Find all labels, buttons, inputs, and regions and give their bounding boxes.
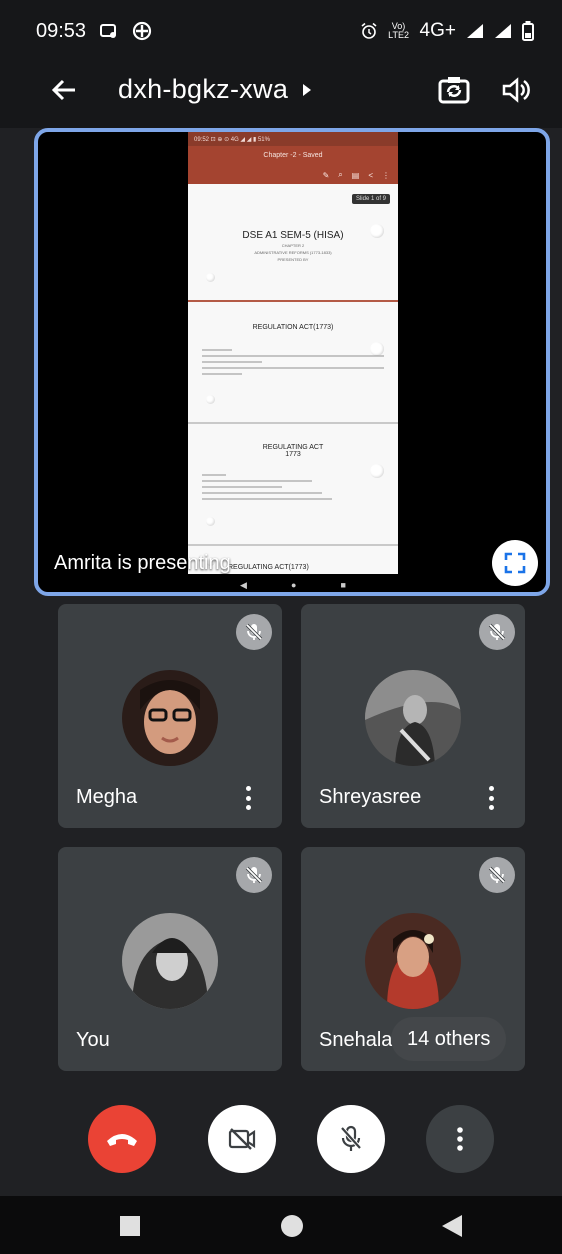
meeting-code-button[interactable]: dxh-bgkz-xwa bbox=[118, 74, 312, 105]
slide-text-line bbox=[202, 373, 242, 375]
arrow-back-icon bbox=[51, 79, 75, 101]
slide-text-line bbox=[202, 367, 384, 369]
switch-camera-icon bbox=[438, 77, 470, 104]
pen-icon: ✎ bbox=[322, 170, 330, 180]
slide-text-line bbox=[202, 498, 332, 500]
more-vert-icon: ⋮ bbox=[382, 170, 390, 180]
back-button[interactable] bbox=[46, 72, 82, 108]
participant-name: Shreyasree bbox=[319, 786, 422, 808]
nav-back-icon: ◀ bbox=[240, 579, 247, 590]
recents-button[interactable] bbox=[116, 1212, 144, 1240]
header-spacer bbox=[0, 120, 562, 128]
slide-thumbnail: REGULATING ACT 1773 bbox=[188, 424, 398, 546]
participant-menu-button[interactable] bbox=[238, 782, 258, 814]
switch-camera-button[interactable] bbox=[434, 70, 474, 110]
network-type: 4G+ bbox=[419, 20, 456, 41]
mic-toggle-button[interactable] bbox=[317, 1105, 385, 1173]
more-vert-icon bbox=[457, 1127, 463, 1151]
avatar bbox=[365, 913, 461, 1009]
shared-doc-toolbar: ✎ ⌕ ▤ < ⋮ bbox=[188, 166, 398, 184]
slide-text-line bbox=[202, 361, 262, 363]
fullscreen-button[interactable] bbox=[492, 540, 538, 586]
cast-icon bbox=[100, 23, 118, 39]
participant-tile-snehalata[interactable]: Snehalata 14 others bbox=[301, 847, 525, 1071]
participant-menu-button[interactable] bbox=[481, 782, 501, 814]
participant-name: Megha bbox=[76, 786, 138, 808]
status-time: 09:53 bbox=[36, 19, 87, 42]
slide-text-line bbox=[202, 492, 322, 494]
notes-icon: ▤ bbox=[351, 170, 360, 180]
avatar bbox=[122, 913, 218, 1009]
slide-thumbnail: Slide 1 of 9 DSE A1 SEM-5 (HISA) CHAPTER… bbox=[188, 184, 398, 302]
slide-text-line bbox=[202, 355, 384, 357]
meeting-header: dxh-bgkz-xwa bbox=[0, 62, 562, 120]
signal-icon bbox=[466, 23, 484, 39]
mic-off-icon bbox=[479, 857, 515, 893]
participant-name: You bbox=[76, 1029, 110, 1051]
gamepad-icon bbox=[132, 21, 152, 41]
caret-right-icon bbox=[303, 83, 312, 96]
speaker-icon bbox=[502, 77, 530, 103]
slide-text-line bbox=[202, 349, 232, 351]
slide-text-line bbox=[202, 474, 226, 476]
mic-off-icon bbox=[340, 1125, 362, 1151]
home-button[interactable] bbox=[278, 1212, 306, 1240]
back-nav-button[interactable] bbox=[438, 1212, 466, 1240]
participant-tile-megha[interactable]: Megha bbox=[58, 604, 282, 828]
avatar bbox=[122, 670, 218, 766]
nav-recents-icon: ■ bbox=[340, 580, 346, 590]
others-button[interactable]: 14 others bbox=[391, 1017, 507, 1061]
slide-text-line bbox=[202, 480, 312, 482]
volte-icon: Vo) LTE2 bbox=[388, 21, 409, 40]
slide-title: REGULATION ACT(1773) bbox=[252, 324, 334, 331]
presenter-label: Amrita is presenting bbox=[54, 552, 231, 574]
presentation-tile[interactable]: 09:52 ⊡ ⊕ ⊙ 4G ◢ ◢ ▮ 51% Chapter -2 - Sa… bbox=[34, 128, 550, 596]
slide-title-year: 1773 bbox=[285, 451, 301, 458]
camera-toggle-button[interactable] bbox=[208, 1105, 276, 1173]
slide-subtitle: PRESENTED BY bbox=[277, 257, 309, 262]
end-call-icon bbox=[107, 1134, 137, 1146]
back-triangle-icon bbox=[442, 1215, 462, 1237]
more-options-button[interactable] bbox=[426, 1105, 494, 1173]
nav-home-icon: ● bbox=[291, 580, 297, 590]
shared-phone-status: 09:52 ⊡ ⊕ ⊙ 4G ◢ ◢ ▮ 51% bbox=[188, 132, 398, 146]
avatar bbox=[365, 670, 461, 766]
shared-screen: 09:52 ⊡ ⊕ ⊙ 4G ◢ ◢ ▮ 51% Chapter -2 - Sa… bbox=[188, 132, 398, 592]
speaker-button[interactable] bbox=[496, 70, 536, 110]
slide-subtitle: CHAPTER 2 bbox=[281, 243, 305, 248]
alarm-icon bbox=[360, 22, 378, 40]
search-icon: ⌕ bbox=[338, 170, 343, 179]
status-bar: 09:53 Vo) LTE2 4G+ bbox=[0, 0, 562, 62]
camera-off-icon bbox=[228, 1128, 256, 1150]
share-icon: < bbox=[368, 170, 373, 180]
slide-title: REGULATING ACT bbox=[262, 444, 324, 451]
shared-doc-title: Chapter -2 - Saved bbox=[188, 146, 398, 166]
mic-off-icon bbox=[479, 614, 515, 650]
home-icon bbox=[281, 1215, 303, 1237]
meeting-code: dxh-bgkz-xwa bbox=[118, 74, 289, 104]
mic-off-icon bbox=[236, 614, 272, 650]
slide-subtitle: ADMINISTRATIVE REFORMS (1773-1833) bbox=[254, 250, 332, 255]
system-nav-bar bbox=[0, 1196, 562, 1254]
participant-tile-shreyasree[interactable]: Shreyasree bbox=[301, 604, 525, 828]
recents-icon bbox=[120, 1216, 140, 1236]
battery-icon bbox=[522, 21, 534, 41]
slide-text-line bbox=[202, 486, 282, 488]
participant-tile-you[interactable]: You bbox=[58, 847, 282, 1071]
mic-off-icon bbox=[236, 857, 272, 893]
slide-thumbnail: REGULATION ACT(1773) bbox=[188, 302, 398, 424]
shared-phone-nav: ◀ ● ■ bbox=[188, 574, 398, 592]
signal-icon bbox=[494, 23, 512, 39]
end-call-button[interactable] bbox=[88, 1105, 156, 1173]
slide-counter: Slide 1 of 9 bbox=[351, 194, 390, 204]
fullscreen-icon bbox=[504, 552, 526, 574]
shared-phone-status-text: 09:52 ⊡ ⊕ ⊙ 4G ◢ ◢ ▮ 51% bbox=[194, 136, 270, 143]
slide-title: DSE A1 SEM-5 (HISA) bbox=[242, 230, 344, 241]
